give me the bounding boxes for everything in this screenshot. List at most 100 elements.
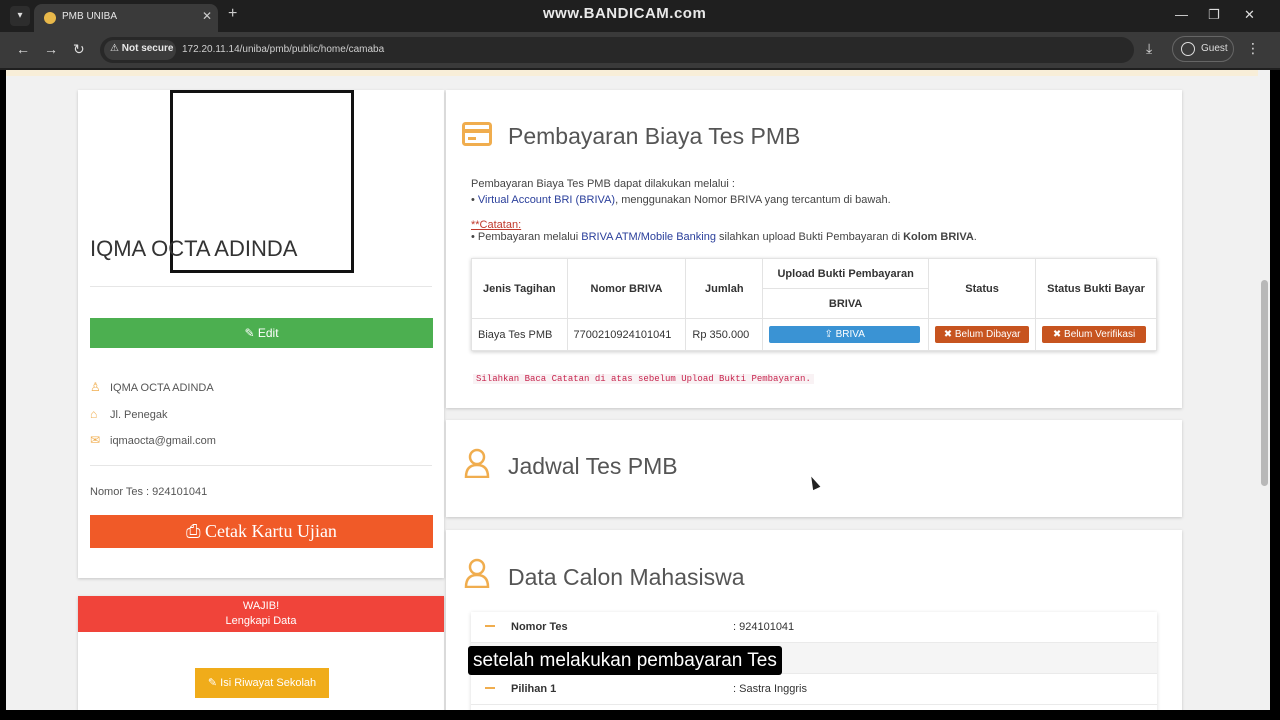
tab-search-icon[interactable]: ▾ [10, 6, 30, 26]
info-name-text: IQMA OCTA ADINDA [110, 382, 214, 394]
th-upload: Upload Bukti Pembayaran [762, 258, 930, 289]
printer-icon: ⎙ [186, 521, 201, 541]
cetak-kartu-button[interactable]: ⎙ Cetak Kartu Ujian [90, 515, 433, 548]
minus-icon [485, 625, 495, 627]
th-jenis: Jenis Tagihan [471, 258, 568, 319]
guest-profile-button[interactable]: Guest [1172, 36, 1234, 62]
payment-bullet-2: • Pembayaran melalui BRIVA ATM/Mobile Ba… [471, 231, 977, 243]
info-email: ✉ iqmaocta@gmail.com [90, 433, 216, 447]
bullet2-pre: Pembayaran melalui [477, 231, 582, 243]
wajib-card: WAJIB! Lengkapi Data ✎ Isi Riwayat Sekol… [78, 596, 444, 710]
td-jumlah: Rp 350.000 [685, 318, 764, 351]
table-footer: Silahkan Baca Catatan di atas sebelum Up… [471, 373, 1157, 389]
upload-note: Silahkan Baca Catatan di atas sebelum Up… [473, 374, 814, 384]
user-icon [464, 558, 490, 588]
envelope-icon: ✉ [90, 433, 101, 447]
tab-title: PMB UNIBA [62, 11, 118, 22]
table-row: Nomor Tes : 924101041 [471, 612, 1157, 643]
status-label: Belum Dibayar [954, 329, 1021, 340]
close-tab-icon[interactable]: ✕ [202, 9, 212, 23]
wajib-title: WAJIB! [242, 600, 280, 612]
td-upload: ⇪ BRIVA [762, 318, 930, 351]
payment-table: Jenis Tagihan Nomor BRIVA Jumlah Upload … [471, 258, 1157, 351]
jadwal-title: Jadwal Tes PMB [508, 453, 678, 479]
page-viewport: IQMA OCTA ADINDA ✎ Edit ♙ IQMA OCTA ADIND… [6, 70, 1270, 710]
bullet2-end: . [973, 231, 977, 243]
td-jenis: Biaya Tes PMB [471, 318, 568, 351]
briva-link[interactable]: Virtual Account BRI (BRIVA) [478, 194, 615, 206]
tab-bar: ▾ PMB UNIBA ✕ + www.BANDICAM.com — ❐ ✕ [0, 0, 1280, 32]
status-bukti-label: Belum Verifikasi [1064, 329, 1136, 340]
minus-icon [485, 687, 495, 689]
bullet2-bold: Kolom BRIVA [903, 231, 974, 243]
bullet2-mid: silahkan upload Bukti Pembayaran di [715, 231, 904, 243]
profile-icon [1181, 42, 1195, 56]
riwayat-label: Isi Riwayat Sekolah [220, 677, 317, 689]
data-calon-card: Data Calon Mahasiswa Nomor Tes : 9241010… [446, 530, 1182, 710]
pencil-icon: ✎ [244, 326, 255, 340]
minimize-icon[interactable]: — [1175, 7, 1188, 22]
td-status-bukti: ✖ Belum Verifikasi [1035, 318, 1157, 351]
page-scrollbar[interactable] [1258, 70, 1270, 710]
restore-icon[interactable]: ❐ [1208, 7, 1220, 23]
row-key: Nomor Tes [511, 621, 568, 633]
payment-bullet-1: • Virtual Account BRI (BRIVA), menggunak… [471, 194, 891, 206]
payment-card: Pembayaran Biaya Tes PMB Pembayaran Biay… [446, 90, 1182, 408]
td-status: ✖ Belum Dibayar [928, 318, 1037, 351]
favicon-icon [44, 12, 56, 24]
address-bar[interactable]: ⚠ Not secure 172.20.11.14/uniba/pmb/publ… [100, 37, 1134, 63]
table-row: Pilihan 1 : Sastra Inggris [471, 674, 1157, 705]
th-nomor: Nomor BRIVA [566, 258, 687, 319]
divider [90, 286, 432, 287]
browser-toolbar: ← → ↻ ⚠ Not secure 172.20.11.14/uniba/pm… [0, 32, 1280, 68]
back-icon[interactable]: ← [16, 41, 30, 57]
td-nomor: 7700210924101041 [566, 318, 687, 351]
isi-riwayat-button[interactable]: ✎ Isi Riwayat Sekolah [195, 668, 329, 698]
divider [90, 465, 432, 466]
catatan-label: **Catatan: [471, 219, 521, 231]
pencil-icon: ✎ [207, 677, 218, 689]
table-header-row: Jenis Tagihan Nomor BRIVA Jumlah Upload … [471, 258, 1157, 319]
browser-chrome: ▾ PMB UNIBA ✕ + www.BANDICAM.com — ❐ ✕ ←… [0, 0, 1280, 70]
reload-icon[interactable]: ↻ [73, 41, 85, 58]
forward-icon[interactable]: → [44, 41, 58, 57]
catatan-text: **Catatan: [471, 219, 522, 231]
th-status: Status [928, 258, 1037, 319]
th-upload-briva: BRIVA [762, 288, 930, 319]
edit-button[interactable]: ✎ Edit [90, 318, 433, 348]
briva-atm-link[interactable]: BRIVA ATM/Mobile Banking [581, 231, 716, 243]
info-email-text: iqmaocta@gmail.com [110, 435, 216, 447]
info-address: ⌂ Jl. Penegak [90, 407, 167, 421]
video-subtitle: setelah melakukan pembayaran Tes [468, 646, 782, 675]
not-secure-label: ⚠ Not secure [110, 43, 174, 54]
row-value: : Sastra Inggris [733, 683, 807, 695]
row-key: Pilihan 1 [511, 683, 557, 695]
not-secure-text: Not secure [121, 43, 174, 54]
edit-label: Edit [257, 326, 279, 340]
download-icon[interactable]: ⤓ [1146, 40, 1152, 57]
cetak-label: Cetak Kartu Ujian [204, 521, 337, 541]
upload-briva-label: BRIVA [835, 329, 865, 340]
row-value: : 924101041 [733, 621, 795, 633]
new-tab-icon[interactable]: + [228, 5, 237, 23]
close-window-icon[interactable]: ✕ [1244, 7, 1255, 23]
status-bukti-badge: ✖ Belum Verifikasi [1042, 326, 1147, 343]
profile-card: IQMA OCTA ADINDA ✎ Edit ♙ IQMA OCTA ADIND… [78, 90, 444, 578]
bandicam-watermark: www.BANDICAM.com [543, 5, 707, 22]
payment-title: Pembayaran Biaya Tes PMB [508, 123, 801, 149]
data-calon-title: Data Calon Mahasiswa [508, 564, 745, 590]
top-strip [6, 70, 1258, 76]
upload-briva-button[interactable]: ⇪ BRIVA [769, 326, 921, 343]
scrollbar-thumb[interactable] [1261, 280, 1268, 486]
url-text[interactable]: 172.20.11.14/uniba/pmb/public/home/camab… [182, 44, 384, 55]
info-name: ♙ IQMA OCTA ADINDA [90, 380, 214, 394]
user-icon [464, 448, 490, 478]
more-menu-icon[interactable]: ⋮ [1246, 40, 1260, 57]
guest-label: Guest [1201, 43, 1228, 54]
th-jumlah: Jumlah [685, 258, 764, 319]
status-badge: ✖ Belum Dibayar [935, 326, 1030, 343]
browser-tab[interactable]: PMB UNIBA ✕ [34, 4, 218, 32]
th-status-bukti: Status Bukti Bayar [1035, 258, 1157, 319]
wajib-header: WAJIB! Lengkapi Data [78, 596, 444, 632]
bullet1-rest: , menggunakan Nomor BRIVA yang tercantum… [615, 194, 891, 206]
